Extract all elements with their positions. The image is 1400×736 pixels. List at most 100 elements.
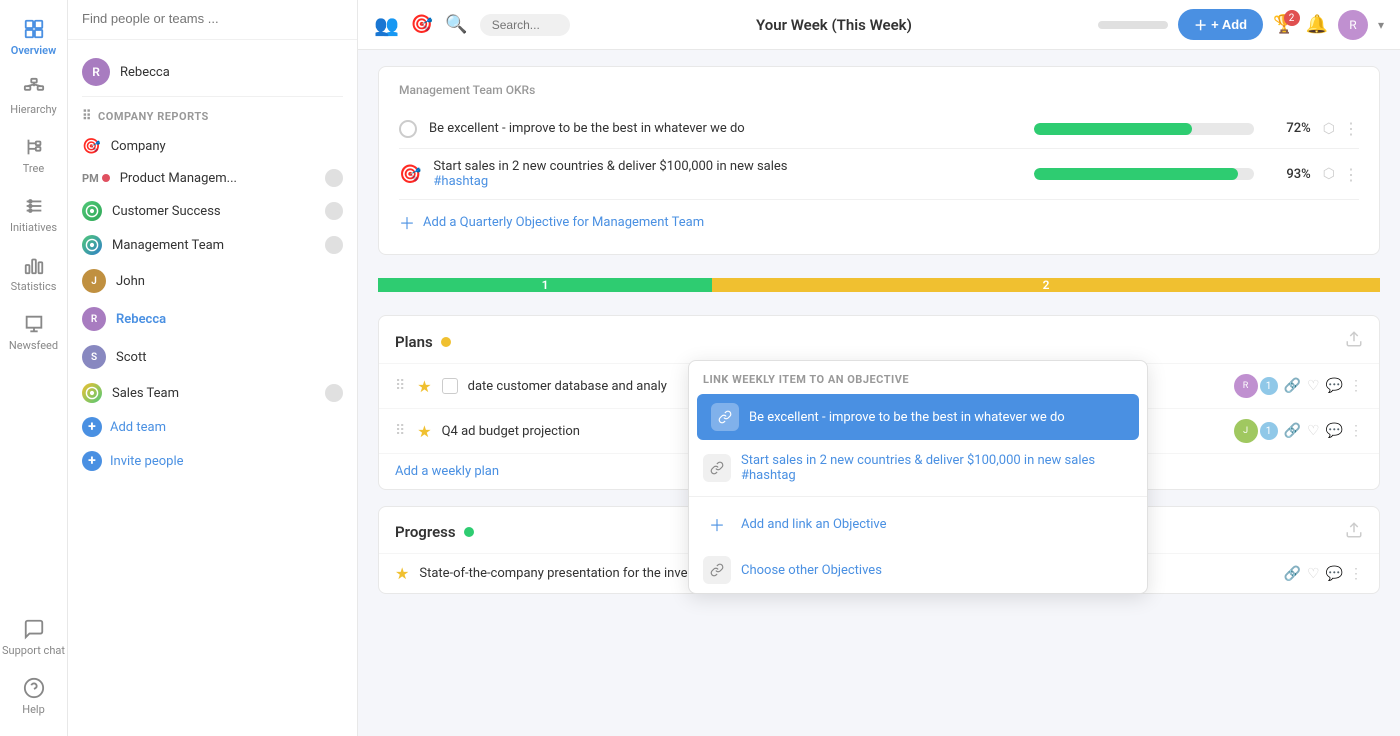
plan-more-icon-1[interactable]: ⋮ — [1349, 378, 1363, 394]
sidebar-nav: Overview Hierarchy Tree — [0, 0, 68, 736]
invite-icon: + — [82, 451, 102, 471]
nav-label-newsfeed: Newsfeed — [9, 339, 58, 352]
star-icon-1[interactable]: ★ — [417, 377, 431, 396]
people-icon[interactable]: 👥 — [374, 13, 399, 37]
link-dropdown-item-1[interactable]: Be excellent - improve to be the best in… — [697, 394, 1139, 440]
progress-star-1[interactable]: ★ — [395, 564, 409, 583]
sidebar-item-sales-team[interactable]: Sales Team — [68, 376, 357, 410]
progress-live-dot — [464, 527, 474, 537]
search-box[interactable] — [68, 0, 357, 40]
sidebar-item-initiatives[interactable]: Initiatives — [0, 185, 67, 244]
plan-heart-icon-2[interactable]: ♡ — [1307, 423, 1320, 439]
topbar-title: Your Week (This Week) — [582, 16, 1086, 34]
search-icon-topbar[interactable]: 🔍 — [445, 14, 467, 35]
topbar-right: ＋ + Add 🏆 2 🔔 R ▾ — [1098, 9, 1384, 40]
comment-count-1: 1 — [1260, 377, 1278, 395]
plan-heart-icon-1[interactable]: ♡ — [1307, 378, 1320, 394]
sidebar-content: R Rebecca ⠿ COMPANY REPORTS 🎯 Company PM… — [68, 40, 357, 736]
sidebar-item-help[interactable]: Help — [0, 667, 67, 726]
plan-more-icon-2[interactable]: ⋮ — [1349, 423, 1363, 439]
link-icon-3: ＋ — [703, 510, 731, 538]
sidebar-item-scott[interactable]: S Scott — [68, 338, 357, 376]
progress-heart-icon-1[interactable]: ♡ — [1307, 566, 1320, 582]
sidebar-item-customer-success[interactable]: Customer Success — [68, 194, 357, 228]
topbar-search-input[interactable] — [480, 14, 570, 36]
plan-checkbox-1[interactable] — [442, 378, 458, 394]
plan-comment-icon-2[interactable]: 💬 — [1326, 423, 1343, 439]
invite-people-button[interactable]: + Invite people — [68, 444, 357, 478]
nav-label-tree: Tree — [23, 162, 44, 175]
split-bar: 1 2 — [378, 271, 1380, 299]
star-icon-2[interactable]: ★ — [417, 422, 431, 441]
split-bar-right: 2 — [712, 278, 1380, 292]
cs-team-icon — [82, 201, 102, 221]
company-target-icon: 🎯 — [82, 137, 101, 155]
mgmt-badge — [325, 236, 343, 254]
progress-upload-icon[interactable] — [1345, 521, 1363, 543]
main-content: Management Team OKRs Be excellent - impr… — [358, 50, 1400, 736]
okr-circle-1[interactable] — [399, 120, 417, 138]
external-link-icon-2[interactable]: ⬡ — [1323, 166, 1335, 182]
nav-label-support: Support chat — [2, 644, 65, 657]
plan-comment-icon-1[interactable]: 💬 — [1326, 378, 1343, 394]
link-dropdown-header: LINK WEEKLY ITEM TO AN OBJECTIVE — [689, 361, 1147, 394]
add-main-button[interactable]: ＋ + Add — [1178, 9, 1263, 40]
progress-more-icon-1[interactable]: ⋮ — [1349, 566, 1363, 582]
link-dropdown-item-4[interactable]: Choose other Objectives — [689, 547, 1147, 593]
add-objective-button[interactable]: ＋ Add a Quarterly Objective for Manageme… — [399, 200, 1359, 238]
sidebar-item-john[interactable]: J John — [68, 262, 357, 300]
link-dropdown-item-3[interactable]: ＋ Add and link an Objective — [689, 501, 1147, 547]
pm-badge — [325, 169, 343, 187]
okr-actions-2: ⬡ ⋮ — [1323, 165, 1359, 184]
link-item-label-3: Add and link an Objective — [741, 517, 887, 532]
okr-actions-1: ⬡ ⋮ — [1323, 119, 1359, 138]
sidebar-item-rebecca[interactable]: R Rebecca — [68, 300, 357, 338]
link-icon-4 — [703, 556, 731, 584]
external-link-icon-1[interactable]: ⬡ — [1323, 121, 1335, 137]
notif-badge: 2 — [1284, 10, 1300, 26]
sales-badge — [325, 384, 343, 402]
nav-label-overview: Overview — [11, 44, 56, 57]
sidebar-item-overview[interactable]: Overview — [0, 8, 67, 67]
plan-avatar-1: R — [1234, 374, 1258, 398]
grid-icon: ⠿ — [82, 109, 92, 124]
plans-upload-icon[interactable] — [1345, 330, 1363, 353]
link-item-label-1: Be excellent - improve to be the best in… — [749, 410, 1125, 425]
sidebar-item-company[interactable]: 🎯 Company — [68, 130, 357, 162]
plan-avatars-2: J 1 — [1234, 419, 1278, 443]
progress-link-icon-1[interactable]: 🔗 — [1284, 566, 1301, 582]
drag-handle-1[interactable]: ⠿ — [395, 378, 405, 394]
progress-bar-container-2 — [1034, 168, 1254, 180]
sidebar-item-newsfeed[interactable]: Newsfeed — [0, 303, 67, 362]
okr-text-1: Be excellent - improve to be the best in… — [429, 121, 1022, 136]
sidebar-user-rebecca[interactable]: R Rebecca — [68, 48, 357, 96]
okr-section-title: Management Team OKRs — [399, 83, 1359, 97]
plan-link-icon-2[interactable]: 🔗 — [1284, 423, 1301, 439]
more-icon-2[interactable]: ⋮ — [1343, 165, 1359, 184]
sidebar-item-management-team[interactable]: Management Team — [68, 228, 357, 262]
notif-button[interactable]: 🏆 2 — [1273, 14, 1295, 35]
target-icon-topbar[interactable]: 🎯 — [411, 14, 433, 35]
sidebar-item-hierarchy[interactable]: Hierarchy — [0, 67, 67, 126]
progress-bar-2 — [1034, 168, 1239, 180]
drag-handle-2[interactable]: ⠿ — [395, 423, 405, 439]
add-team-button[interactable]: + Add team — [68, 410, 357, 444]
plan-link-icon-1[interactable]: 🔗 — [1284, 378, 1301, 394]
search-input[interactable] — [82, 11, 343, 26]
topbar-icons: 👥 🎯 🔍 — [374, 13, 570, 37]
bell-icon[interactable]: 🔔 — [1306, 14, 1328, 35]
sidebar-item-product-mgmt[interactable]: PM Product Managem... — [68, 162, 357, 194]
chevron-down-icon[interactable]: ▾ — [1378, 18, 1384, 32]
add-team-icon: + — [82, 417, 102, 437]
user-avatar-topbar[interactable]: R — [1338, 10, 1368, 40]
sidebar-item-support[interactable]: Support chat — [0, 608, 67, 667]
link-dropdown-item-2[interactable]: Start sales in 2 new countries & deliver… — [689, 444, 1147, 492]
okr-item-1: Be excellent - improve to be the best in… — [399, 109, 1359, 149]
avatar-scott: S — [82, 345, 106, 369]
progress-comment-icon-1[interactable]: 💬 — [1326, 566, 1343, 582]
progress-actions-1: 🔗 ♡ 💬 ⋮ — [1284, 566, 1363, 582]
sidebar-item-statistics[interactable]: Statistics — [0, 244, 67, 303]
more-icon-1[interactable]: ⋮ — [1343, 119, 1359, 138]
sidebar-item-tree[interactable]: Tree — [0, 126, 67, 185]
okr-percent-1: 72% — [1266, 121, 1311, 136]
